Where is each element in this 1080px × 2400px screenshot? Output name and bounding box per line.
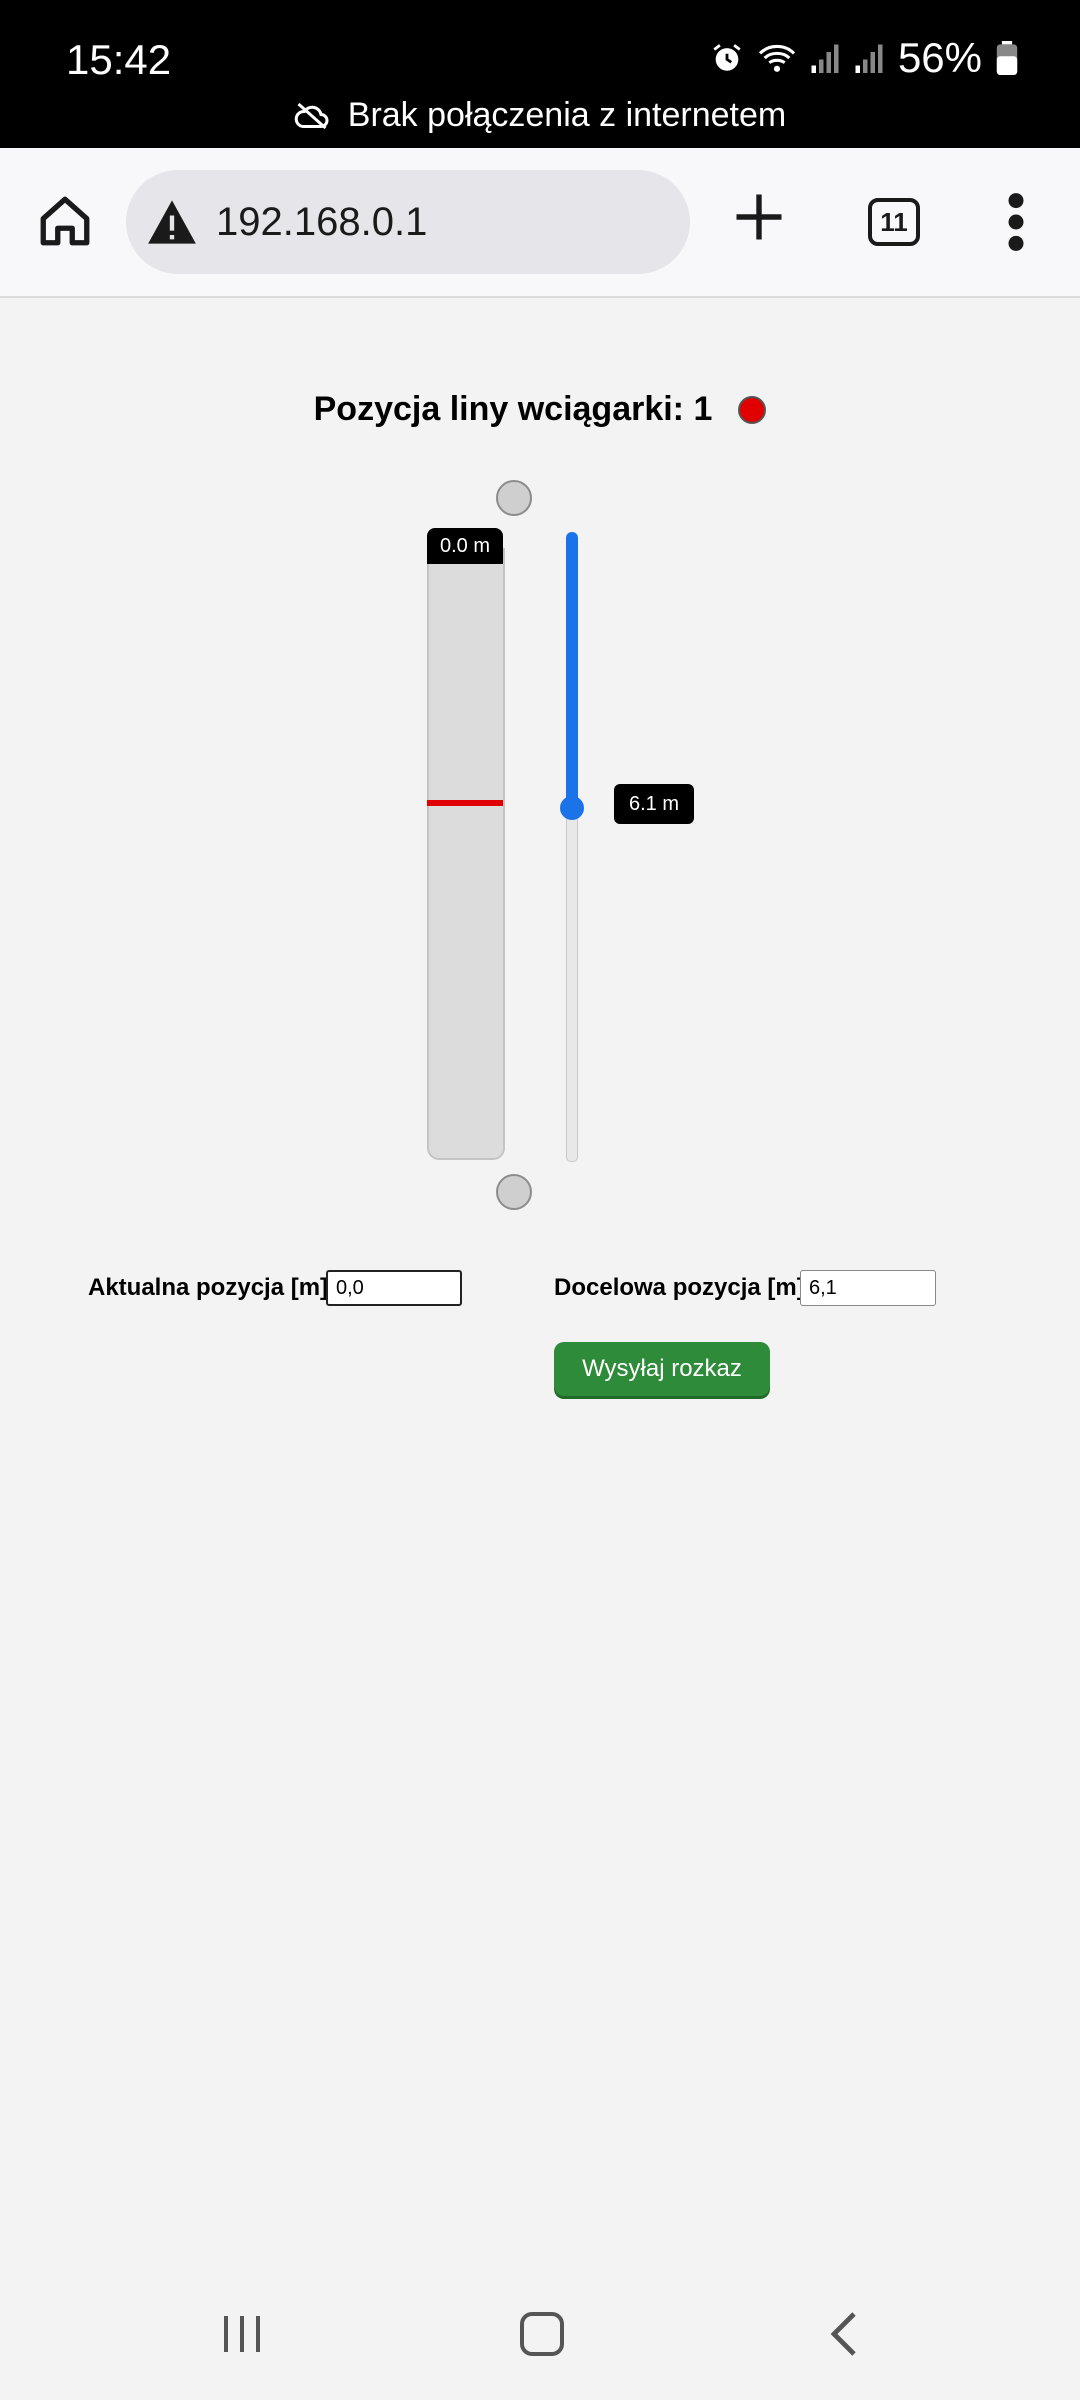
status-time: 15:42 xyxy=(66,36,172,83)
recent-apps-icon[interactable] xyxy=(220,2310,264,2358)
wifi-icon xyxy=(758,44,796,72)
more-menu-icon[interactable] xyxy=(1006,192,1026,252)
winch-rope-gauge xyxy=(427,548,505,1160)
offline-banner: Brak połączenia z internetem xyxy=(0,96,1080,135)
signal-icon xyxy=(811,44,839,73)
back-icon[interactable] xyxy=(824,2310,864,2358)
status-indicator xyxy=(738,395,767,424)
system-nav-bar xyxy=(0,2290,1080,2400)
battery-icon xyxy=(996,41,1018,75)
slider-value-tooltip: 6.1 m xyxy=(614,784,694,824)
page-title: Pozycja liny wciągarki: 1 xyxy=(313,390,713,428)
title-row: Pozycja liny wciągarki: 1 xyxy=(0,390,1080,429)
offline-text: Brak połączenia z internetem xyxy=(347,96,787,134)
status-bar: 15:42 56% Brak połączenia z internetem xyxy=(0,0,1080,148)
home-icon[interactable] xyxy=(36,192,94,250)
status-icons: 56% xyxy=(710,34,1018,82)
current-position-marker xyxy=(427,800,503,806)
browser-toolbar: 192.168.0.1 11 xyxy=(0,148,1080,298)
gauge-top-label: 0.0 m xyxy=(427,528,503,564)
current-position-label: Aktualna pozycja [m]: xyxy=(88,1274,337,1301)
warning-icon[interactable] xyxy=(146,198,198,246)
target-position-label: Docelowa pozycja [m]: xyxy=(554,1274,813,1301)
tab-switcher-button[interactable]: 11 xyxy=(868,198,920,246)
url-text[interactable]: 192.168.0.1 xyxy=(216,200,427,245)
address-bar[interactable]: 192.168.0.1 xyxy=(126,170,690,274)
target-slider-thumb[interactable] xyxy=(560,796,584,820)
battery-percentage: 56% xyxy=(897,34,982,81)
bottom-knob[interactable] xyxy=(496,1174,532,1210)
signal-icon xyxy=(855,44,883,73)
target-slider-fill xyxy=(566,532,578,808)
current-position-input[interactable] xyxy=(326,1270,462,1306)
home-nav-icon[interactable] xyxy=(518,2310,566,2358)
cloud-offline-icon xyxy=(294,102,329,129)
top-knob[interactable] xyxy=(496,480,532,516)
target-position-input[interactable] xyxy=(800,1270,936,1306)
alarm-icon xyxy=(713,44,741,71)
new-tab-icon[interactable] xyxy=(732,190,786,244)
send-command-button[interactable]: Wysyłaj rozkaz xyxy=(554,1342,770,1396)
